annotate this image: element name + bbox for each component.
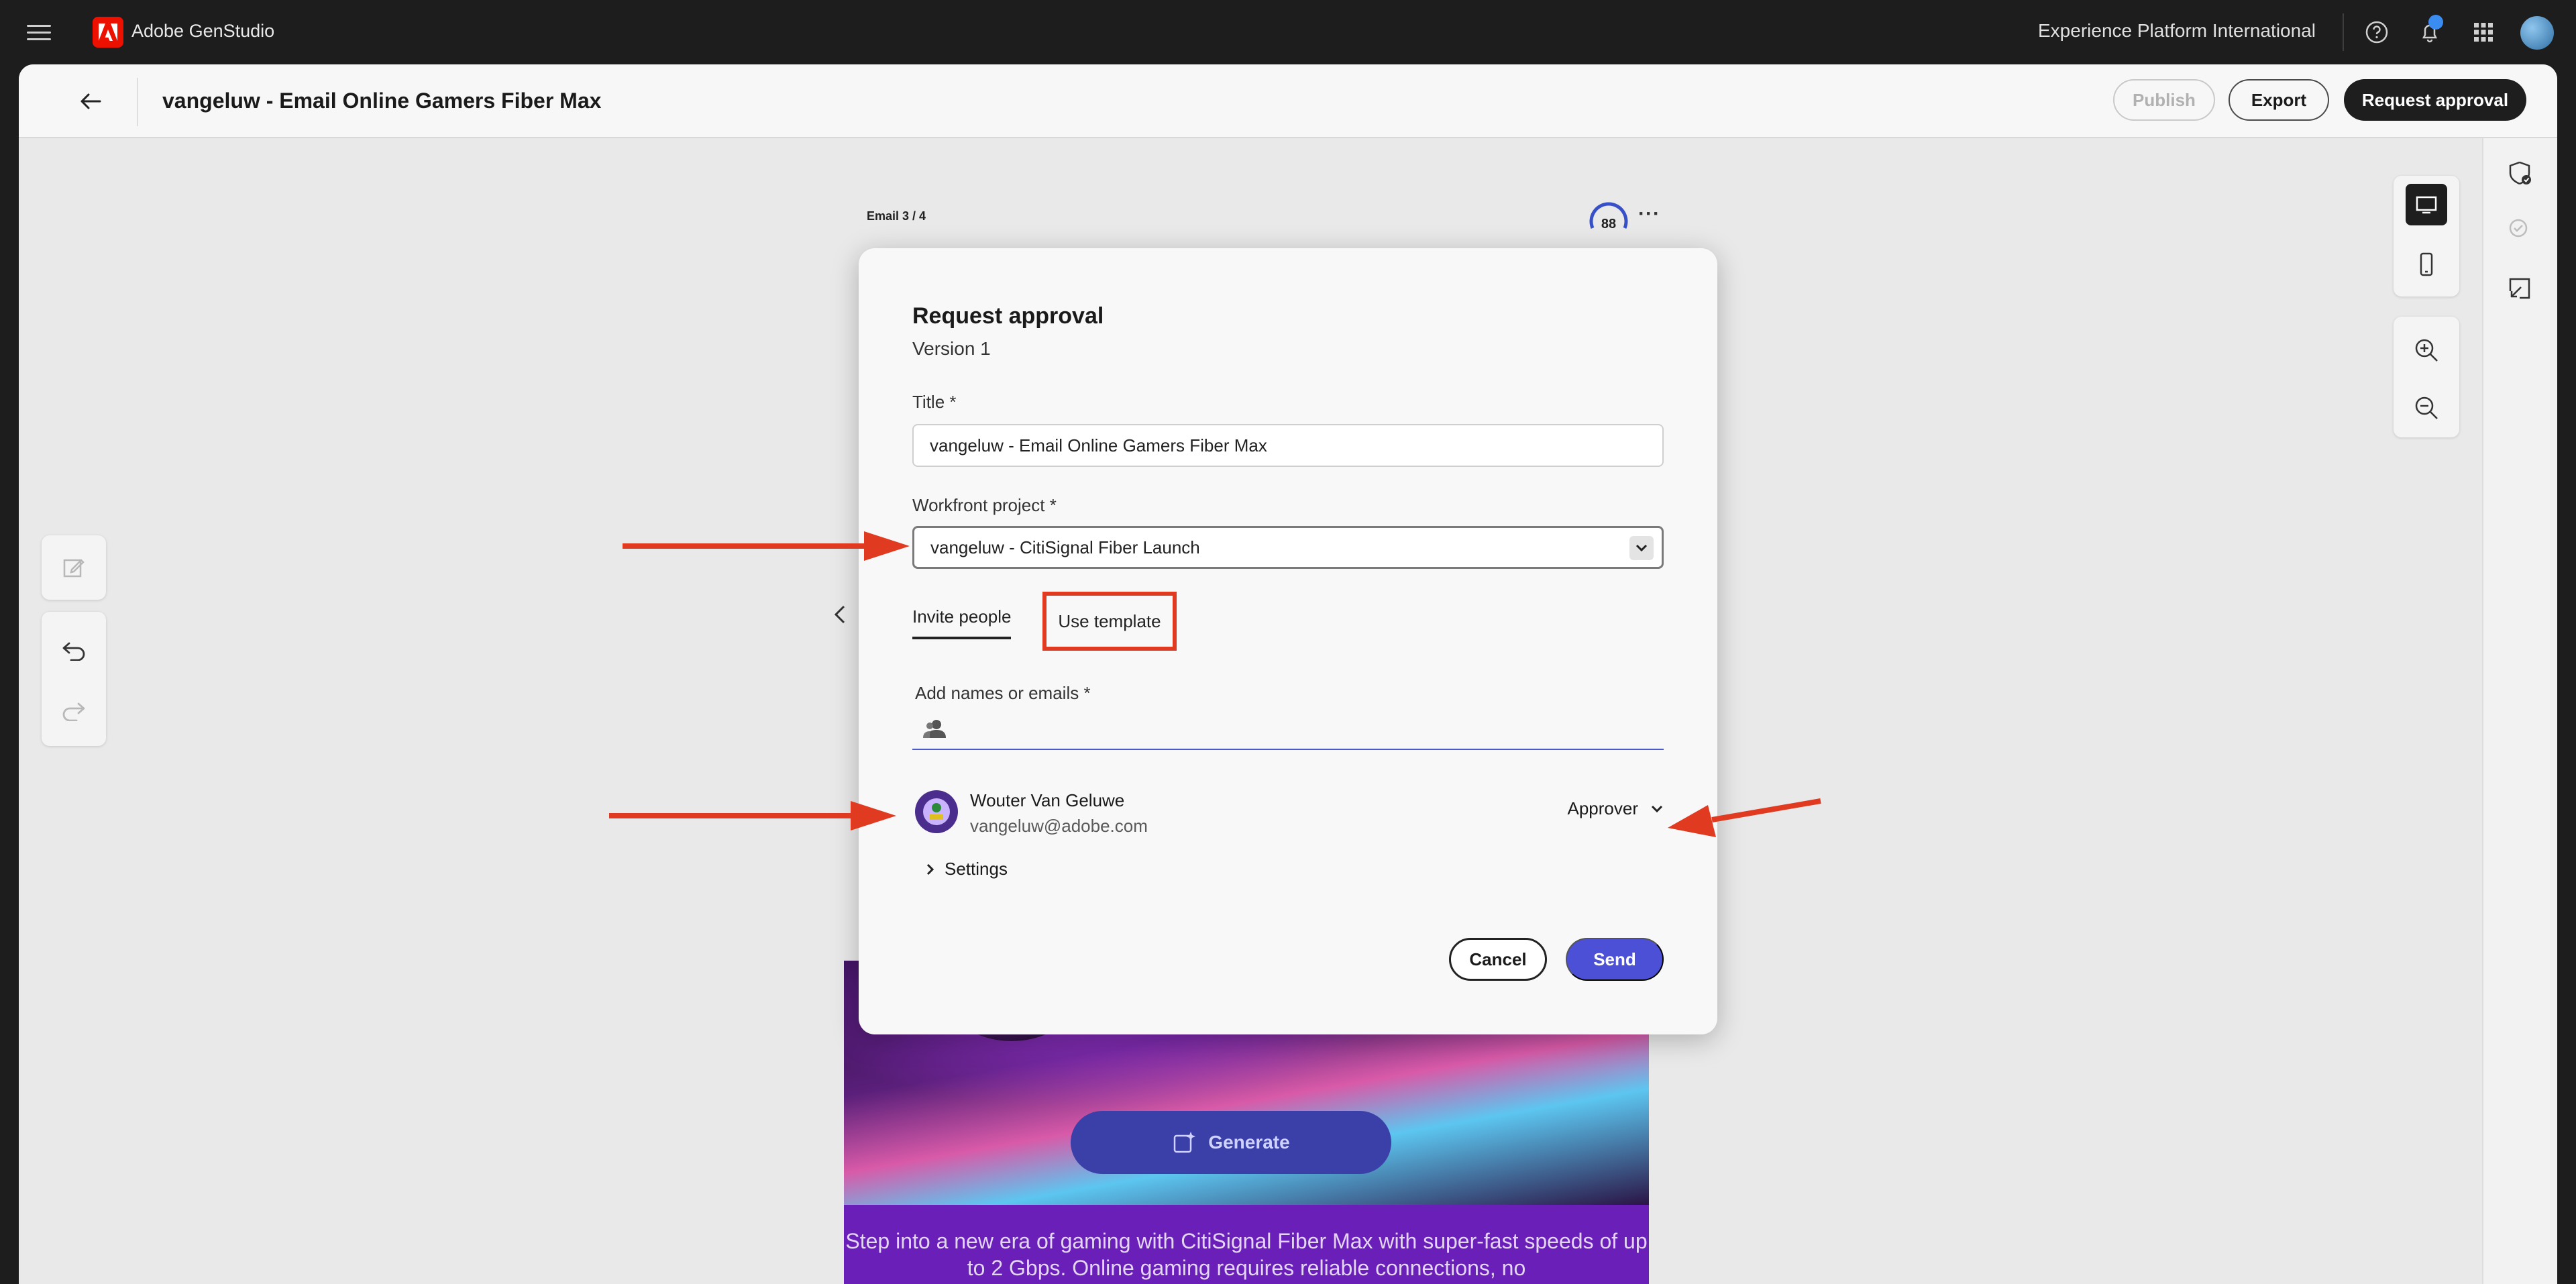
previous-variant-chevron-icon[interactable]: [826, 601, 853, 628]
add-names-label: Add names or emails *: [915, 683, 1091, 703]
undo-icon[interactable]: [58, 635, 90, 667]
zoom-panel: [2394, 317, 2459, 437]
org-switcher[interactable]: Experience Platform International: [2038, 20, 2316, 42]
chevron-down-icon: [1651, 805, 1663, 812]
page-title: vangeluw - Email Online Gamers Fiber Max: [162, 89, 602, 113]
history-panel: [42, 612, 106, 746]
compliance-check-icon[interactable]: [2504, 213, 2536, 246]
header-divider: [137, 78, 138, 126]
dialog-version: Version 1: [912, 338, 991, 359]
back-arrow-icon[interactable]: [74, 85, 107, 118]
invitee-email: vangeluw@adobe.com: [970, 816, 1148, 836]
hamburger-menu-icon[interactable]: [27, 20, 51, 44]
notification-badge: [2428, 15, 2443, 30]
app-grid-icon[interactable]: [2469, 17, 2498, 47]
right-rail: [2482, 138, 2557, 1284]
redo-icon[interactable]: [58, 695, 90, 727]
app-name: Adobe GenStudio: [131, 21, 275, 41]
request-approval-dialog: Request approval Version 1 Title * vange…: [859, 248, 1717, 1034]
zoom-out-icon[interactable]: [2410, 392, 2443, 424]
device-preview-panel: [2394, 176, 2459, 297]
generate-sparkle-icon: [1174, 1132, 1196, 1153]
workfront-project-label: Workfront project *: [912, 495, 1057, 515]
more-options-icon[interactable]: ···: [1638, 203, 1660, 225]
role-label: Approver: [1567, 798, 1639, 818]
editor-header: vangeluw - Email Online Gamers Fiber Max…: [19, 64, 2557, 138]
content-score-indicator[interactable]: 88: [1587, 199, 1630, 242]
title-field-label: Title *: [912, 392, 957, 412]
annotation-arrow-invitee: [609, 801, 896, 831]
cancel-button[interactable]: Cancel: [1449, 938, 1547, 981]
desktop-view-button[interactable]: [2406, 184, 2447, 225]
workfront-project-value: vangeluw - CitiSignal Fiber Launch: [930, 537, 1200, 557]
mobile-view-icon[interactable]: [2410, 248, 2443, 280]
app-top-bar: Adobe GenStudio Experience Platform Inte…: [0, 0, 2576, 64]
user-avatar[interactable]: [2520, 16, 2554, 50]
notifications-bell-icon[interactable]: [2415, 15, 2445, 47]
content-score-value: 88: [1601, 217, 1616, 231]
zoom-in-icon[interactable]: [2410, 334, 2443, 366]
tab-use-template[interactable]: Use template: [1042, 592, 1177, 651]
edit-icon[interactable]: [58, 551, 90, 584]
annotation-arrow-role: [1668, 798, 1821, 837]
chevron-down-icon[interactable]: [1629, 536, 1654, 560]
invitee-name: Wouter Van Geluwe: [970, 790, 1125, 810]
add-names-input[interactable]: [912, 708, 1664, 750]
chevron-right-icon: [926, 863, 934, 875]
open-panel-icon[interactable]: [2504, 272, 2536, 305]
export-button[interactable]: Export: [2229, 79, 2329, 121]
settings-label: Settings: [945, 859, 1008, 879]
invitee-avatar: [915, 790, 958, 833]
edit-panel: [42, 535, 106, 600]
generate-button[interactable]: Generate: [1071, 1111, 1391, 1174]
adobe-logo-icon[interactable]: [93, 17, 123, 48]
workfront-project-select[interactable]: vangeluw - CitiSignal Fiber Launch: [912, 526, 1664, 569]
help-icon[interactable]: [2362, 17, 2392, 47]
settings-disclosure[interactable]: Settings: [926, 859, 1008, 879]
publish-button[interactable]: Publish: [2113, 79, 2215, 121]
tab-invite-people[interactable]: Invite people: [912, 606, 1012, 639]
generate-label: Generate: [1208, 1132, 1290, 1153]
title-input[interactable]: vangeluw - Email Online Gamers Fiber Max: [912, 424, 1664, 467]
email-counter: Email 3 / 4: [867, 209, 926, 223]
email-body-text: Step into a new era of gaming with CitiS…: [844, 1205, 1649, 1284]
send-button[interactable]: Send: [1566, 938, 1664, 981]
invitee-row: Wouter Van Geluwe vangeluw@adobe.com App…: [912, 785, 1664, 845]
annotation-arrow-project: [623, 531, 910, 561]
dialog-title: Request approval: [912, 303, 1104, 329]
role-picker[interactable]: Approver: [1568, 798, 1664, 819]
people-icon: [923, 720, 946, 738]
request-approval-button[interactable]: Request approval: [2344, 79, 2526, 121]
check-shield-icon[interactable]: [2504, 157, 2536, 189]
topbar-divider: [2343, 13, 2344, 51]
